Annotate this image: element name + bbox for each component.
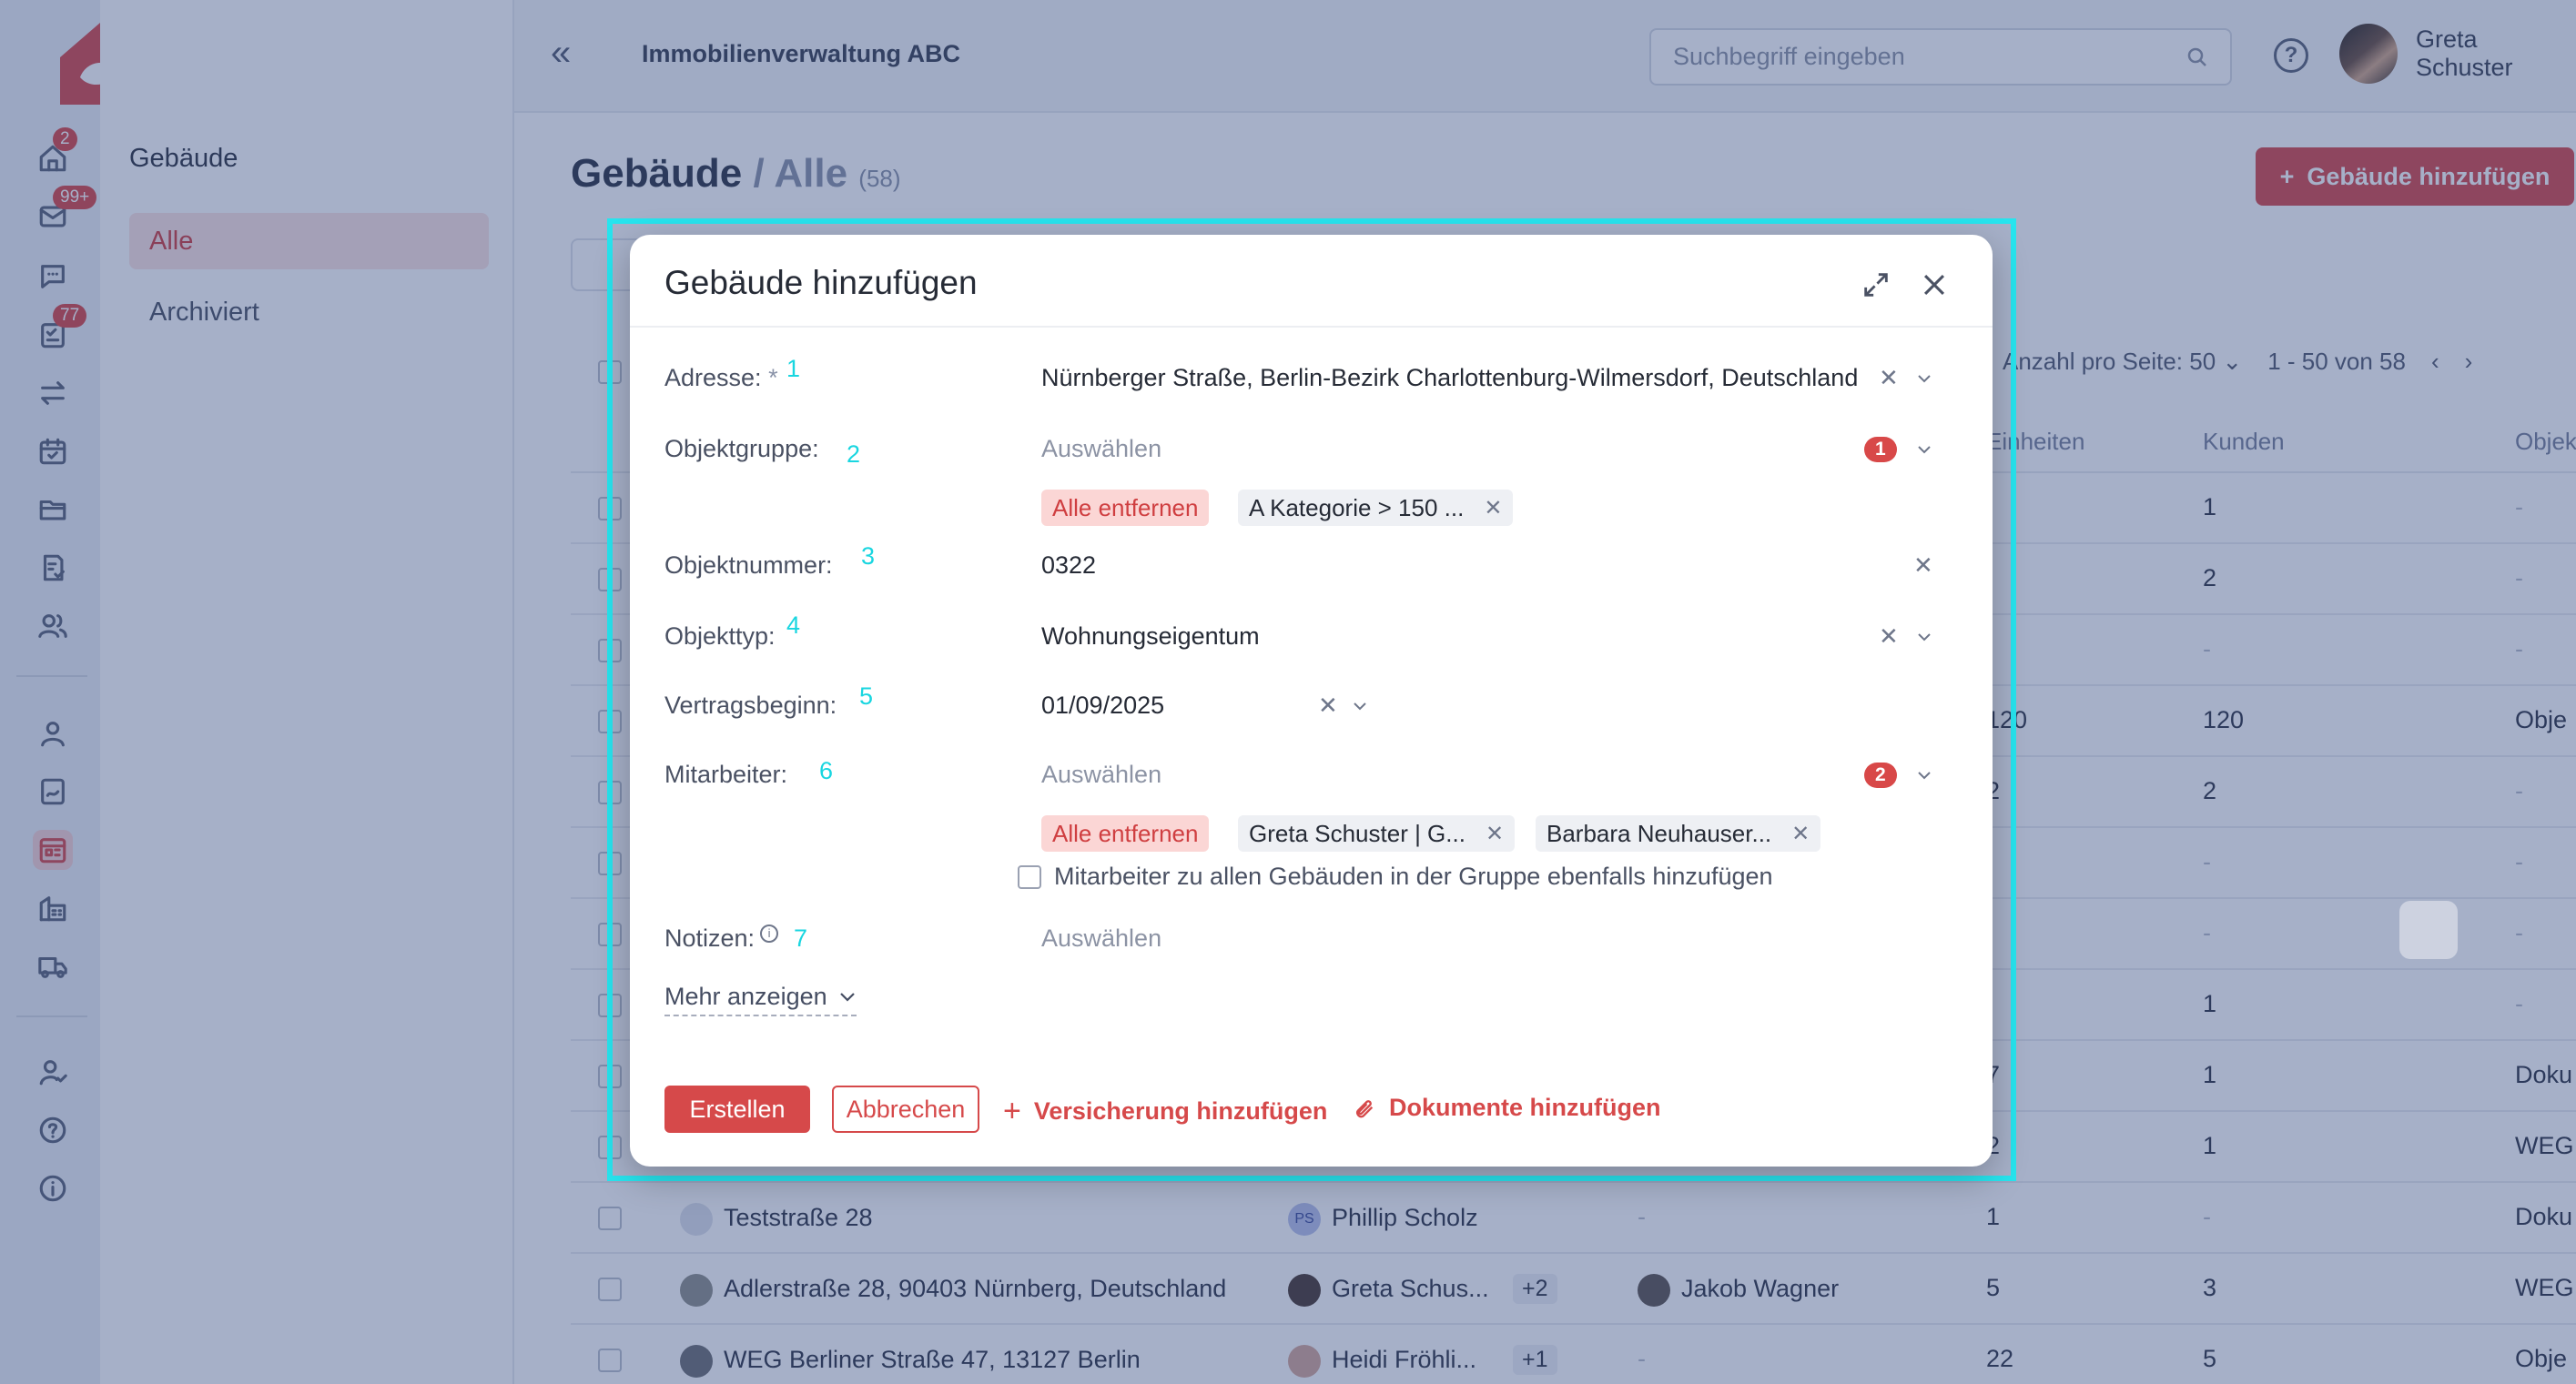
field-number: 7 bbox=[794, 924, 808, 952]
close-icon[interactable] bbox=[1919, 269, 1950, 300]
staff-remove-all[interactable]: Alle entfernen bbox=[1041, 815, 1210, 852]
remove-tag-icon[interactable]: ✕ bbox=[1486, 821, 1504, 847]
contract-start-label: Vertragsbeginn: bbox=[664, 692, 837, 719]
chevron-down-icon[interactable] bbox=[1351, 701, 1369, 712]
field-number: 4 bbox=[786, 611, 801, 639]
staff-label: Mitarbeiter: bbox=[664, 761, 788, 788]
field-number: 5 bbox=[859, 682, 874, 710]
staff-tag-label: Barbara Neuhauser... bbox=[1547, 819, 1772, 847]
chevron-down-icon[interactable] bbox=[1915, 770, 1933, 781]
staff-tag-label: Greta Schuster | G... bbox=[1249, 819, 1465, 847]
staff-count-badge: 2 bbox=[1864, 763, 1897, 788]
add-insurance-label: Versicherung hinzufügen bbox=[1033, 1097, 1328, 1125]
cancel-button[interactable]: Abbrechen bbox=[832, 1086, 979, 1133]
object-number-label: Objektnummer: bbox=[664, 551, 833, 579]
object-number-field[interactable]: 0322 bbox=[1041, 551, 1096, 580]
clear-type-icon[interactable]: ✕ bbox=[1879, 622, 1899, 651]
dialog-title: Gebäude hinzufügen bbox=[664, 264, 978, 301]
add-documents-button[interactable]: Dokumente hinzufügen bbox=[1351, 1094, 1661, 1122]
contract-start-date[interactable]: 01/09/2025 bbox=[1041, 692, 1164, 720]
clear-address-icon[interactable]: ✕ bbox=[1879, 364, 1899, 392]
field-number: 2 bbox=[847, 440, 861, 468]
field-number: 3 bbox=[861, 542, 876, 570]
group-count-badge: 1 bbox=[1864, 437, 1897, 462]
add-insurance-button[interactable]: + Versicherung hinzufügen bbox=[1003, 1094, 1327, 1129]
address-field[interactable]: Nürnberger Straße, Berlin-Bezirk Charlot… bbox=[1041, 364, 1858, 392]
add-building-dialog: Gebäude hinzufügen Adresse: * 1 Nürnberg… bbox=[630, 235, 1993, 1167]
address-label: Adresse: * bbox=[664, 364, 778, 391]
paperclip-icon bbox=[1355, 1099, 1374, 1117]
object-type-label: Objekttyp: bbox=[664, 622, 776, 650]
chevron-down-icon[interactable] bbox=[1915, 631, 1933, 642]
notes-label: Notizen: i bbox=[664, 924, 779, 953]
group-tag-label: A Kategorie > 150 ... bbox=[1249, 493, 1465, 521]
show-more-toggle[interactable]: Mehr anzeigen bbox=[664, 983, 857, 1016]
clear-date-icon[interactable]: ✕ bbox=[1318, 692, 1338, 720]
scroll-right-icon[interactable] bbox=[2399, 901, 2458, 959]
staff-select[interactable]: Auswählen bbox=[1041, 761, 1161, 789]
chevron-down-icon[interactable] bbox=[1915, 373, 1933, 384]
dialog-header: Gebäude hinzufügen bbox=[630, 235, 1993, 328]
create-button[interactable]: Erstellen bbox=[664, 1086, 810, 1133]
clear-number-icon[interactable]: ✕ bbox=[1913, 551, 1933, 580]
show-more-label: Mehr anzeigen bbox=[664, 983, 827, 1010]
remove-tag-icon[interactable]: ✕ bbox=[1791, 821, 1810, 847]
info-icon[interactable]: i bbox=[760, 924, 779, 943]
object-type-select[interactable]: Wohnungseigentum bbox=[1041, 622, 1260, 651]
staff-tag[interactable]: Greta Schuster | G... ✕ bbox=[1238, 815, 1516, 852]
apply-to-group-option[interactable]: Mitarbeiter zu allen Gebäuden in der Gru… bbox=[1018, 863, 1773, 891]
object-group-label: Objektgruppe: bbox=[664, 435, 819, 462]
group-remove-all[interactable]: Alle entfernen bbox=[1041, 490, 1210, 526]
apply-to-group-checkbox[interactable] bbox=[1018, 864, 1041, 889]
remove-tag-icon[interactable]: ✕ bbox=[1484, 495, 1502, 521]
staff-tag[interactable]: Barbara Neuhauser... ✕ bbox=[1536, 815, 1821, 852]
expand-icon[interactable] bbox=[1861, 269, 1891, 300]
object-group-select[interactable]: Auswählen bbox=[1041, 435, 1161, 463]
add-documents-label: Dokumente hinzufügen bbox=[1389, 1094, 1661, 1121]
notes-select[interactable]: Auswählen bbox=[1041, 924, 1161, 953]
chevron-down-icon bbox=[839, 992, 855, 1002]
field-number: 6 bbox=[819, 757, 834, 784]
plus-icon: + bbox=[1003, 1094, 1021, 1128]
chevron-down-icon[interactable] bbox=[1915, 444, 1933, 455]
group-tag[interactable]: A Kategorie > 150 ... ✕ bbox=[1238, 490, 1514, 526]
field-number: 1 bbox=[786, 355, 801, 382]
apply-to-group-label: Mitarbeiter zu allen Gebäuden in der Gru… bbox=[1054, 863, 1773, 890]
